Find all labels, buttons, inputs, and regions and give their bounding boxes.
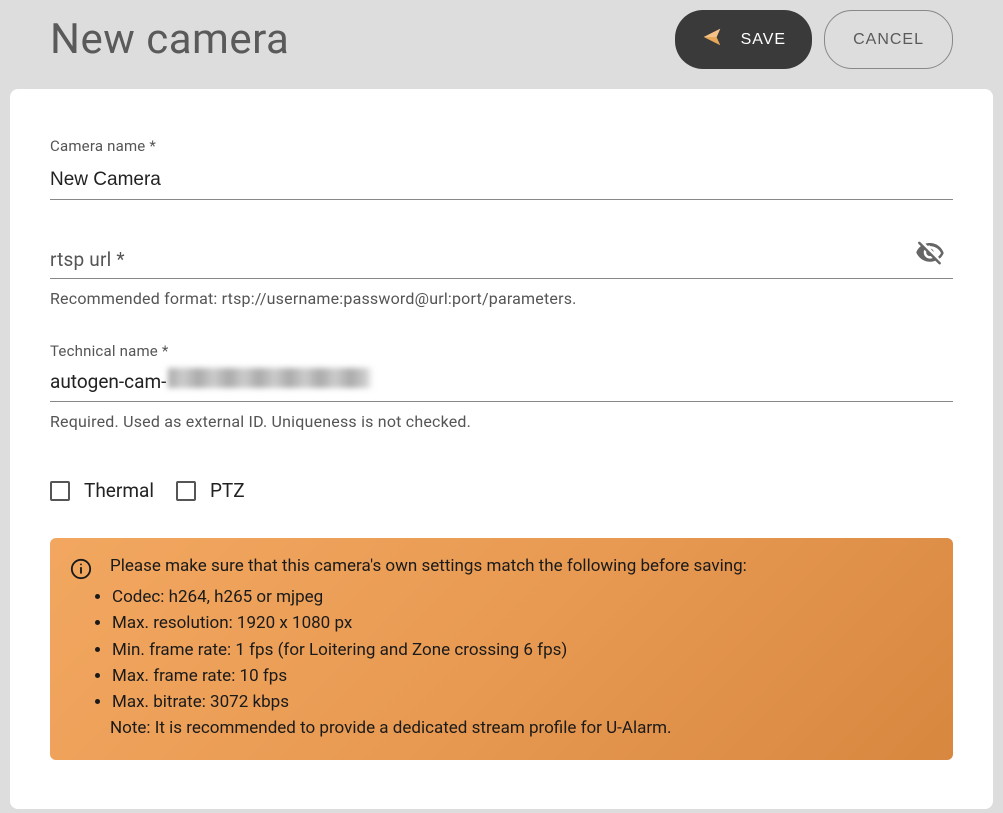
info-heading: Please make sure that this camera's own … bbox=[110, 556, 933, 576]
rtsp-placeholder: rtsp url * bbox=[50, 248, 953, 271]
page-title: New camera bbox=[50, 15, 289, 64]
ptz-label: PTZ bbox=[210, 479, 245, 502]
form-card: Camera name * rtsp url * Recommended for… bbox=[10, 89, 993, 809]
technical-name-label: Technical name * bbox=[50, 342, 953, 360]
page-header: New camera SAVE CANCEL bbox=[0, 0, 1003, 89]
header-actions: SAVE CANCEL bbox=[675, 10, 953, 69]
camera-name-label: Camera name * bbox=[50, 137, 953, 155]
cancel-button[interactable]: CANCEL bbox=[824, 10, 953, 69]
camera-name-input[interactable] bbox=[50, 163, 953, 200]
technical-name-input[interactable]: autogen-cam- bbox=[50, 368, 953, 402]
technical-name-group: Technical name * autogen-cam- Required. … bbox=[50, 342, 953, 431]
info-note: Note: It is recommended to provide a ded… bbox=[110, 718, 933, 738]
technical-name-prefix: autogen-cam- bbox=[50, 370, 166, 393]
info-item: Max. bitrate: 3072 kbps bbox=[112, 689, 933, 715]
ptz-checkbox[interactable]: PTZ bbox=[176, 479, 245, 502]
rtsp-group: rtsp url * Recommended format: rtsp://us… bbox=[50, 248, 953, 308]
info-item: Max. frame rate: 10 fps bbox=[112, 663, 933, 689]
info-item: Min. frame rate: 1 fps (for Loitering an… bbox=[112, 637, 933, 663]
checkbox-row: Thermal PTZ bbox=[50, 479, 953, 502]
rtsp-input[interactable] bbox=[50, 277, 953, 279]
thermal-label: Thermal bbox=[84, 479, 154, 502]
info-icon bbox=[70, 556, 92, 738]
send-icon bbox=[701, 26, 723, 53]
info-content: Please make sure that this camera's own … bbox=[110, 556, 933, 738]
visibility-off-icon[interactable] bbox=[915, 238, 945, 272]
thermal-checkbox[interactable]: Thermal bbox=[50, 479, 154, 502]
rtsp-helper: Recommended format: rtsp://username:pass… bbox=[50, 289, 953, 308]
save-button[interactable]: SAVE bbox=[675, 10, 813, 69]
info-list: Codec: h264, h265 or mjpeg Max. resoluti… bbox=[110, 584, 933, 716]
info-item: Max. resolution: 1920 x 1080 px bbox=[112, 610, 933, 636]
save-button-label: SAVE bbox=[741, 31, 787, 49]
camera-name-group: Camera name * bbox=[50, 137, 953, 200]
checkbox-box-icon bbox=[50, 481, 70, 501]
cancel-button-label: CANCEL bbox=[853, 31, 924, 49]
info-banner: Please make sure that this camera's own … bbox=[50, 538, 953, 760]
technical-name-obscured bbox=[168, 368, 548, 388]
technical-name-helper: Required. Used as external ID. Uniquenes… bbox=[50, 412, 953, 431]
info-item: Codec: h264, h265 or mjpeg bbox=[112, 584, 933, 610]
checkbox-box-icon bbox=[176, 481, 196, 501]
